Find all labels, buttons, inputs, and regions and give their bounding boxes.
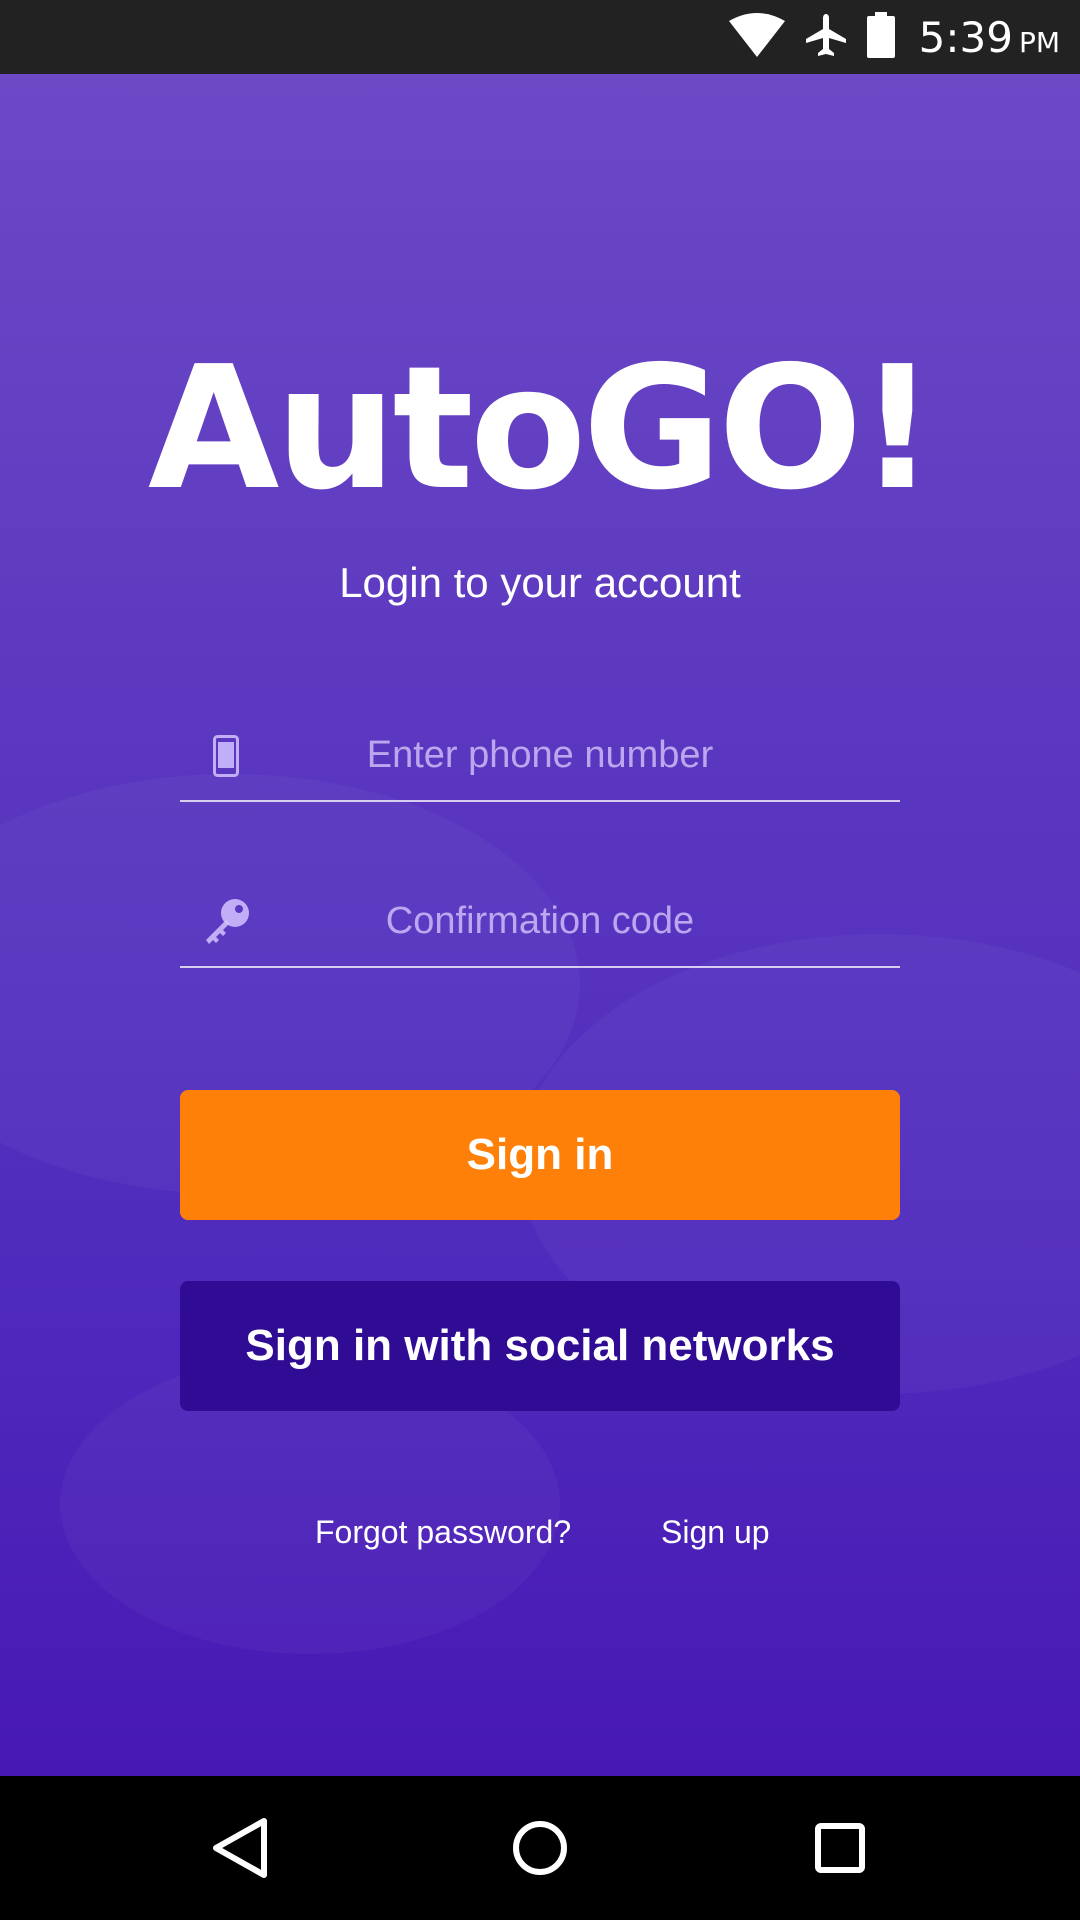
confirmation-code-field[interactable] (180, 878, 900, 968)
battery-icon (866, 11, 895, 63)
phone-input[interactable] (260, 712, 900, 798)
auth-links: Forgot password? Sign up (0, 1514, 1080, 1564)
navigation-bar (0, 1776, 1080, 1920)
status-ampm: PM (1018, 25, 1060, 59)
confirmation-code-input[interactable] (260, 878, 900, 964)
forgot-password-link[interactable]: Forgot password? (315, 1514, 571, 1551)
status-icons: 5:39 PM (728, 0, 1060, 74)
home-icon[interactable] (500, 1808, 580, 1888)
phone-icon (200, 728, 252, 784)
wifi-icon (728, 12, 785, 62)
key-icon (200, 894, 252, 950)
sign-in-button[interactable]: Sign in (180, 1090, 900, 1220)
airplane-mode-icon (803, 12, 849, 63)
phone-field[interactable] (180, 712, 900, 802)
status-time: 5:39 PM (918, 12, 1060, 62)
app-logo: AutoGO! (147, 330, 936, 528)
social-sign-in-button[interactable]: Sign in with social networks (180, 1281, 900, 1411)
sign-up-link[interactable]: Sign up (661, 1514, 770, 1551)
back-icon[interactable] (200, 1808, 280, 1888)
recents-icon[interactable] (800, 1808, 880, 1888)
login-screen: AutoGO! Login to your account Sign in Si… (0, 74, 1080, 1776)
status-bar: 5:39 PM (0, 0, 1080, 74)
login-subtitle: Login to your account (339, 559, 741, 606)
